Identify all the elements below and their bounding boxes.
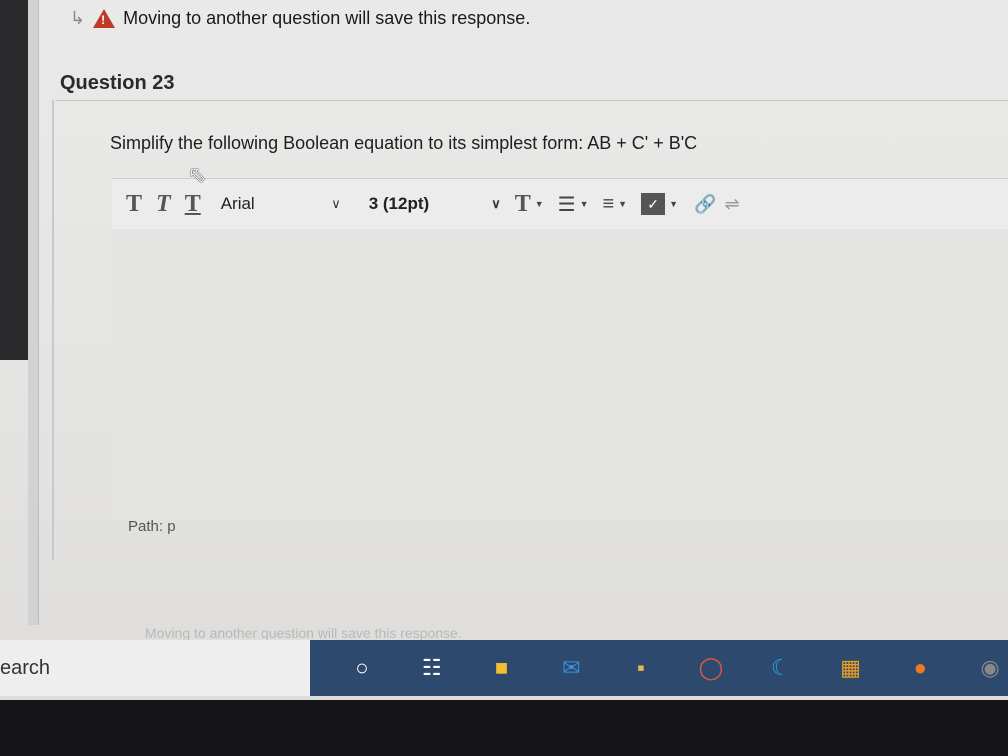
mouse-cursor-icon: ⬁: [188, 162, 207, 187]
question-prompt: Simplify the following Boolean equation …: [110, 133, 698, 153]
taskbar-search[interactable]: earch: [0, 640, 310, 696]
bullet-list-icon: ☰: [557, 193, 576, 216]
start-tiles-icon[interactable]: ▦: [833, 650, 869, 686]
chrome-icon[interactable]: ◉: [972, 650, 1008, 686]
bullet-list-button[interactable]: ☰ ▼: [558, 192, 589, 217]
chevron-down-icon: ∨: [331, 196, 341, 211]
spellcheck-icon: ✓: [641, 193, 666, 215]
store-icon[interactable]: ■: [484, 650, 520, 686]
underline-button[interactable]: T: [185, 191, 201, 218]
taskbar: earch ○ ☷ ■ ✉ ▪ ◯ ☾ ▦ ● ◉: [0, 640, 1008, 700]
dropdown-arrow-icon: ▼: [669, 199, 679, 209]
folder-icon[interactable]: ▪: [623, 650, 659, 686]
bold-button[interactable]: T: [126, 191, 142, 218]
footer-save-warning: Moving to another question will save thi…: [145, 625, 462, 641]
dropdown-arrow-icon: ▼: [579, 199, 589, 209]
font-size-value: 3 (12pt): [368, 194, 430, 213]
dropdown-arrow-icon: ▼: [618, 199, 628, 209]
text-color-button[interactable]: T ▼: [515, 191, 544, 218]
editor-toolbar: T T T Arial ∨ 3 (12pt) ∨ T ▼ ☰ ▼ ≡ ▼ ✓ ▼…: [112, 178, 1008, 230]
question-border: [52, 100, 54, 560]
cortana-icon[interactable]: ○: [344, 650, 380, 686]
answer-editor[interactable]: [112, 229, 1008, 519]
left-dark-strip: [0, 0, 28, 360]
task-view-icon[interactable]: ☷: [414, 650, 450, 686]
numbered-list-icon: ≡: [602, 192, 615, 215]
editor-path: Path: p: [128, 518, 176, 535]
text-color-icon: T: [514, 190, 531, 217]
font-family-select[interactable]: Arial ∨: [221, 194, 341, 214]
left-panel: [28, 0, 39, 625]
font-family-value: Arial: [220, 194, 255, 213]
chevron-down-icon: ∨: [491, 196, 501, 211]
spellcheck-button[interactable]: ✓ ▼: [641, 193, 678, 215]
taskbar-search-text: earch: [0, 657, 51, 679]
mail-icon[interactable]: ✉: [553, 650, 589, 686]
save-warning-text: Moving to another question will save thi…: [123, 8, 531, 28]
arrow-right-icon: ↳: [70, 8, 86, 28]
warning-icon: !: [93, 9, 116, 28]
link-icon[interactable]: 🔗: [694, 194, 716, 215]
unlink-icon[interactable]: ⇌: [724, 194, 739, 215]
italic-button[interactable]: T: [156, 191, 171, 218]
edge-icon[interactable]: ☾: [763, 650, 799, 686]
screen: ↳ ! Moving to another question will save…: [0, 0, 1008, 700]
numbered-list-button[interactable]: ≡ ▼: [603, 193, 628, 216]
taskbar-icons: ○ ☷ ■ ✉ ▪ ◯ ☾ ▦ ● ◉: [310, 640, 1008, 696]
monitor-bezel: [0, 700, 1008, 756]
firefox-icon[interactable]: ●: [902, 650, 938, 686]
question-title: Question 23: [60, 72, 175, 94]
question-divider: [56, 100, 1008, 101]
save-warning: ↳ ! Moving to another question will save…: [70, 8, 530, 29]
dropdown-arrow-icon: ▼: [534, 199, 544, 209]
office-icon[interactable]: ◯: [693, 650, 729, 686]
font-size-select[interactable]: 3 (12pt) ∨: [369, 194, 501, 214]
